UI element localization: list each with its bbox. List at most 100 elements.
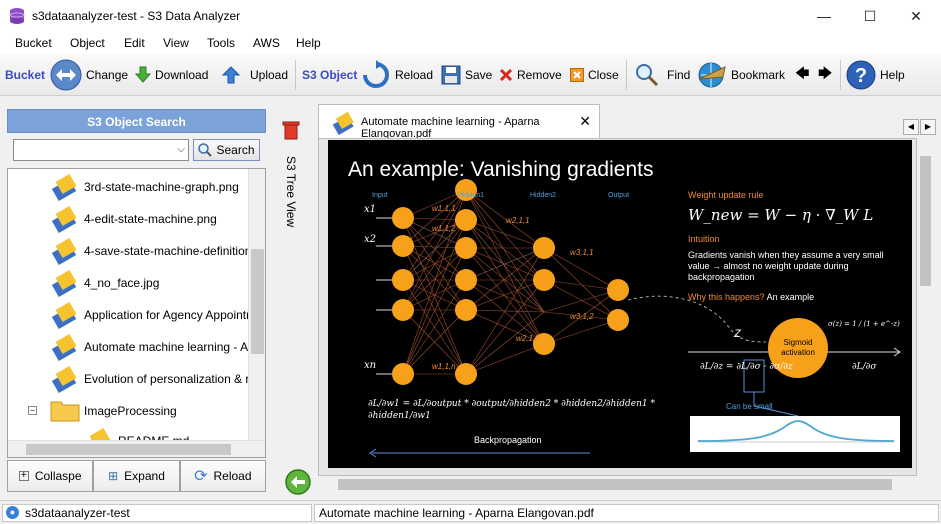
- save-button[interactable]: Save: [441, 54, 492, 96]
- tree-reload-button[interactable]: ⟳ Reload: [179, 460, 266, 492]
- expand-button[interactable]: ⊞ Expand: [93, 460, 180, 492]
- search-button[interactable]: Search: [193, 139, 260, 161]
- collapse-toggle-icon[interactable]: −: [28, 406, 37, 415]
- z-label: Z: [734, 328, 741, 340]
- tree-folder[interactable]: − ImageProcessing: [8, 395, 248, 427]
- sigmoid-label: Sigmoid activation: [781, 338, 815, 357]
- bucket-status-icon: ●: [6, 506, 19, 519]
- weight-label: w1,1,n: [432, 362, 456, 371]
- scrollbar-thumb[interactable]: [920, 156, 931, 286]
- chevron-down-icon[interactable]: ⌵: [177, 144, 185, 155]
- remove-button[interactable]: Remove: [499, 54, 562, 96]
- collapse-button[interactable]: + Collaspe: [7, 460, 94, 492]
- expand-label: Expand: [124, 469, 165, 483]
- download-button[interactable]: Download: [135, 54, 208, 96]
- tree-item-label: 4-edit-state-machine.png: [84, 212, 217, 226]
- download-arrow-icon: [135, 66, 151, 83]
- floppy-disk-icon: [441, 65, 461, 85]
- tree-item-label: Automate machine learning - Aparna: [84, 340, 248, 354]
- menu-help[interactable]: Help: [296, 36, 321, 50]
- s3-tree-view-tab[interactable]: S3 Tree View: [272, 108, 310, 248]
- tree-item-label: Application for Agency Appointment: [84, 308, 248, 322]
- input-xn: xn: [364, 360, 377, 371]
- upload-button[interactable]: Upload: [222, 54, 288, 96]
- database-icon: [9, 8, 25, 24]
- tree-item[interactable]: Evolution of personalization & recom: [8, 363, 248, 395]
- menu-tools[interactable]: Tools: [207, 36, 235, 50]
- tree-item[interactable]: 3rd-state-machine-graph.png: [8, 171, 248, 203]
- upload-label: Upload: [250, 68, 289, 82]
- why-text: An example: [766, 292, 815, 302]
- menu-bucket[interactable]: Bucket: [15, 36, 52, 50]
- title-bar: s3dataanalyzer-test - S3 Data Analyzer —…: [0, 0, 941, 32]
- tree-item-label: 4_no_face.jpg: [84, 276, 160, 290]
- s3-object-tree[interactable]: 3rd-state-machine-graph.png 4-edit-state…: [7, 168, 266, 458]
- help-label: Help: [880, 68, 905, 82]
- bookmark-label: Bookmark: [731, 68, 786, 82]
- tree-item[interactable]: Automate machine learning - Aparna: [8, 331, 248, 363]
- file-object-icon: [51, 269, 77, 297]
- collapse-icon: +: [18, 471, 29, 481]
- help-button[interactable]: ? Help: [846, 54, 905, 96]
- why-line: Why this happens? An example: [688, 292, 814, 302]
- back-circle-icon[interactable]: [285, 469, 311, 495]
- remove-label: Remove: [517, 68, 562, 82]
- search-icon: [198, 143, 213, 157]
- file-object-icon: [51, 237, 77, 265]
- s3-object-label-text: S3 Object: [302, 68, 358, 82]
- download-label: Download: [155, 68, 209, 82]
- find-button[interactable]: Find: [635, 54, 690, 96]
- change-label: Change: [86, 68, 129, 82]
- document-horizontal-scrollbar[interactable]: [318, 476, 917, 493]
- layer-label-hidden1: Hidden1: [458, 192, 485, 199]
- dl-dz-formula: ∂L/∂z = ∂L/∂σ · ∂σ/∂z: [700, 362, 793, 372]
- tree-item[interactable]: 4-save-state-machine-definition.png: [8, 235, 248, 267]
- weight-label: w1,1,2: [432, 224, 456, 233]
- object-search-panel: S3 Object Search ⌵ Search 3rd-state-mach…: [5, 105, 268, 493]
- bookmark-button[interactable]: Bookmark: [697, 54, 785, 96]
- menu-edit[interactable]: Edit: [124, 36, 145, 50]
- tab-scroll-right[interactable]: ▶: [920, 119, 936, 135]
- scrollbar-thumb[interactable]: [338, 479, 892, 490]
- sigma-formula: σ(z) = 1 / (1 + e^-z): [828, 320, 900, 328]
- maximize-button[interactable]: ☐: [847, 0, 893, 32]
- trash-icon[interactable]: [282, 120, 300, 140]
- weight-label: w3,1,2: [570, 312, 594, 321]
- tree-horizontal-scrollbar[interactable]: [8, 440, 265, 457]
- reload-button[interactable]: Reload: [361, 54, 433, 96]
- tree-item[interactable]: 4-edit-state-machine.png: [8, 203, 248, 235]
- status-document: Automate machine learning - Aparna Elang…: [314, 504, 939, 522]
- tree-vertical-scrollbar[interactable]: [248, 169, 265, 442]
- close-button[interactable]: Close: [570, 54, 619, 96]
- can-be-small-label: Can be small: [726, 402, 773, 411]
- backprop-label: Backpropagation: [474, 435, 542, 445]
- back-button[interactable]: 🡄: [795, 54, 809, 96]
- network-nodes: [392, 179, 629, 385]
- tree-item[interactable]: Application for Agency Appointment: [8, 299, 248, 331]
- document-tab[interactable]: Automate machine learning - Aparna Elang…: [318, 104, 600, 140]
- menu-view[interactable]: View: [163, 36, 189, 50]
- close-tab-icon[interactable]: ✕: [579, 113, 591, 130]
- search-combobox[interactable]: ⌵: [13, 139, 189, 161]
- app-window: s3dataanalyzer-test - S3 Data Analyzer —…: [0, 0, 941, 524]
- globe-bookmark-icon: [698, 62, 726, 88]
- file-object-icon: [51, 173, 77, 201]
- scrollbar-thumb[interactable]: [26, 444, 231, 455]
- bucket-label: Bucket: [5, 54, 45, 96]
- file-object-icon: [332, 111, 354, 135]
- minimize-button[interactable]: —: [801, 0, 847, 32]
- document-vertical-scrollbar[interactable]: [917, 138, 934, 476]
- weight-label: w2,1,8: [516, 334, 540, 343]
- dashed-connector: [627, 295, 767, 343]
- menu-object[interactable]: Object: [70, 36, 105, 50]
- tab-scroll-left[interactable]: ◀: [903, 119, 919, 135]
- input-arrows: [376, 217, 392, 375]
- layer-label-input: Input: [372, 192, 388, 199]
- tree-item-label: 3rd-state-machine-graph.png: [84, 180, 239, 194]
- change-button[interactable]: Change: [50, 54, 128, 96]
- menu-aws[interactable]: AWS: [253, 36, 280, 50]
- scrollbar-thumb[interactable]: [251, 249, 264, 354]
- forward-button[interactable]: 🡆: [818, 54, 832, 96]
- tree-item[interactable]: 4_no_face.jpg: [8, 267, 248, 299]
- close-window-button[interactable]: ✕: [893, 0, 939, 32]
